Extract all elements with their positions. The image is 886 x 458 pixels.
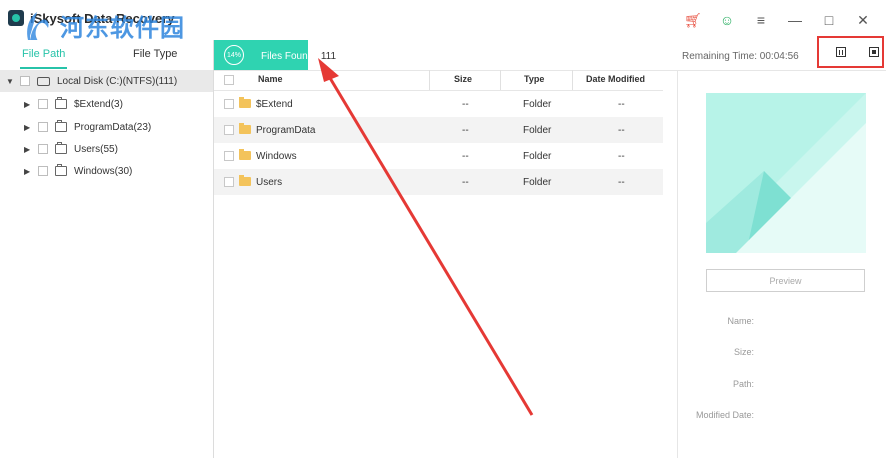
cart-icon[interactable]: 🛒︎ — [676, 10, 710, 30]
row-date: -- — [618, 99, 625, 110]
row-name: $Extend — [256, 99, 293, 110]
user-icon[interactable]: ☺ — [710, 10, 744, 30]
checkbox[interactable] — [38, 166, 48, 176]
table-header: Name Size Type Date Modified — [214, 70, 663, 91]
column-size[interactable]: Size — [454, 74, 472, 84]
row-size: -- — [462, 125, 469, 136]
row-checkbox[interactable] — [224, 125, 234, 135]
column-type[interactable]: Type — [524, 74, 544, 84]
scan-status-bar: 14% Files Found: 111 Remaining Time: 00:… — [214, 36, 886, 71]
tree-root-label: Local Disk (C:)(NTFS)(111) — [57, 75, 178, 87]
tree-item-label: Windows(30) — [74, 165, 133, 177]
folder-icon — [55, 164, 67, 176]
files-found-label: Files Found: — [261, 51, 317, 62]
row-date: -- — [618, 125, 625, 136]
tree-item[interactable]: ▶ ProgramData(23) — [24, 116, 151, 138]
tree-item-label: $Extend(3) — [74, 98, 123, 110]
row-name: Windows — [256, 151, 297, 162]
tree-root-row[interactable]: ▼ Local Disk (C:)(NTFS)(111) — [0, 70, 213, 92]
preview-placeholder-icon — [706, 93, 866, 253]
stop-button[interactable] — [869, 47, 879, 57]
tree-item-label: ProgramData(23) — [74, 121, 152, 133]
tree-item[interactable]: ▶ Windows(30) — [24, 160, 132, 182]
row-size: -- — [462, 99, 469, 110]
row-checkbox[interactable] — [224, 151, 234, 161]
folder-icon — [239, 97, 251, 108]
row-checkbox[interactable] — [224, 99, 234, 109]
disk-icon — [37, 76, 50, 86]
table-row[interactable]: ProgramData -- Folder -- — [214, 117, 663, 143]
app-logo-icon — [8, 10, 24, 26]
row-size: -- — [462, 151, 469, 162]
folder-icon — [239, 149, 251, 160]
chevron-right-icon[interactable]: ▶ — [24, 100, 32, 109]
select-all-checkbox[interactable] — [224, 75, 234, 85]
title-bar: iSkysoft Data Recovery 🛒︎ ☺ ≡ — □ ✕ — [0, 0, 886, 40]
folder-icon — [55, 142, 67, 154]
row-size: -- — [462, 177, 469, 188]
tab-file-type[interactable]: File Type — [133, 48, 177, 60]
files-found-count: 111 — [320, 51, 337, 62]
meta-size-label: Size: — [733, 347, 754, 357]
folder-icon — [55, 120, 67, 132]
row-date: -- — [618, 177, 625, 188]
chevron-right-icon[interactable]: ▶ — [24, 167, 32, 176]
maximize-icon[interactable]: □ — [812, 10, 846, 30]
highlight-box — [817, 36, 884, 68]
pause-button[interactable] — [836, 47, 846, 57]
row-type: Folder — [523, 99, 552, 110]
row-checkbox[interactable] — [224, 177, 234, 187]
row-type: Folder — [523, 125, 552, 136]
left-panel: File Path File Type ▼ Local Disk (C:)(NT… — [0, 40, 214, 458]
window-controls: 🛒︎ ☺ ≡ — □ ✕ — [676, 10, 880, 30]
row-date: -- — [618, 151, 625, 162]
view-tabs: File Path File Type — [0, 40, 213, 71]
meta-modified-label: Modified Date: — [695, 410, 754, 420]
row-type: Folder — [523, 177, 552, 188]
minimize-icon[interactable]: — — [778, 10, 812, 30]
file-table: Name Size Type Date Modified $Extend -- … — [214, 70, 663, 195]
preview-panel: Preview Name: Size: Path: Modified Date: — [677, 70, 886, 458]
chevron-down-icon[interactable]: ▼ — [6, 77, 14, 86]
files-found: Files Found: 111 — [261, 51, 336, 62]
tree-item[interactable]: ▶ $Extend(3) — [24, 93, 123, 115]
chevron-right-icon[interactable]: ▶ — [24, 145, 32, 154]
tab-file-path[interactable]: File Path — [19, 48, 68, 69]
checkbox[interactable] — [20, 76, 30, 86]
column-name[interactable]: Name — [258, 74, 283, 84]
menu-icon[interactable]: ≡ — [744, 10, 778, 30]
column-date[interactable]: Date Modified — [586, 74, 645, 84]
folder-icon — [55, 97, 67, 109]
folder-icon — [239, 123, 251, 134]
checkbox[interactable] — [38, 122, 48, 132]
app-title: iSkysoft Data Recovery — [30, 11, 175, 26]
row-type: Folder — [523, 151, 552, 162]
chevron-right-icon[interactable]: ▶ — [24, 123, 32, 132]
remaining-time: Remaining Time: 00:04:56 — [682, 51, 799, 62]
meta-name-label: Name: — [727, 316, 754, 326]
meta-path-label: Path: — [732, 379, 754, 389]
tree-item-label: Users(55) — [74, 143, 118, 155]
row-name: ProgramData — [256, 125, 316, 136]
preview-button[interactable]: Preview — [706, 269, 865, 292]
checkbox[interactable] — [38, 144, 48, 154]
table-row[interactable]: Users -- Folder -- — [214, 169, 663, 195]
close-icon[interactable]: ✕ — [846, 10, 880, 30]
row-name: Users — [256, 177, 283, 188]
checkbox[interactable] — [38, 99, 48, 109]
progress-percent: 14% — [224, 45, 244, 65]
table-row[interactable]: $Extend -- Folder -- — [214, 91, 663, 117]
tree-item[interactable]: ▶ Users(55) — [24, 138, 118, 160]
folder-icon — [239, 175, 251, 186]
table-row[interactable]: Windows -- Folder -- — [214, 143, 663, 169]
